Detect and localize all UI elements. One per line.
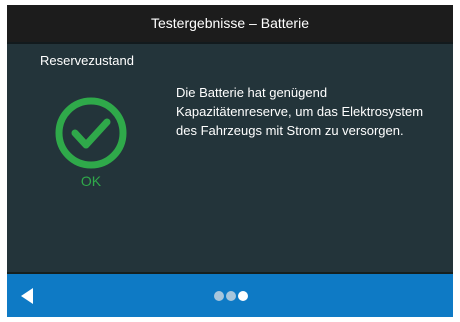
tester-device: Testergebnisse – Batterie Reservezustand… [0,0,460,322]
title-bar: Testergebnisse – Batterie [7,5,453,42]
screen: Testergebnisse – Batterie Reservezustand… [7,5,453,317]
check-circle-icon [55,97,127,169]
page-dot-2 [226,291,236,301]
result-description: Die Batterie hat genügend Kapazitätenres… [176,85,424,138]
page-indicator [7,274,453,317]
page-title: Testergebnisse – Batterie [151,15,309,31]
page-dot-3 [238,291,248,301]
page-dot-1 [214,291,224,301]
section-label: Reservezustand [40,53,134,68]
status-text: OK [80,173,102,189]
title-divider [7,42,453,44]
back-arrow-icon [21,288,33,304]
navigation-bar [7,274,453,317]
back-button[interactable] [18,286,40,306]
